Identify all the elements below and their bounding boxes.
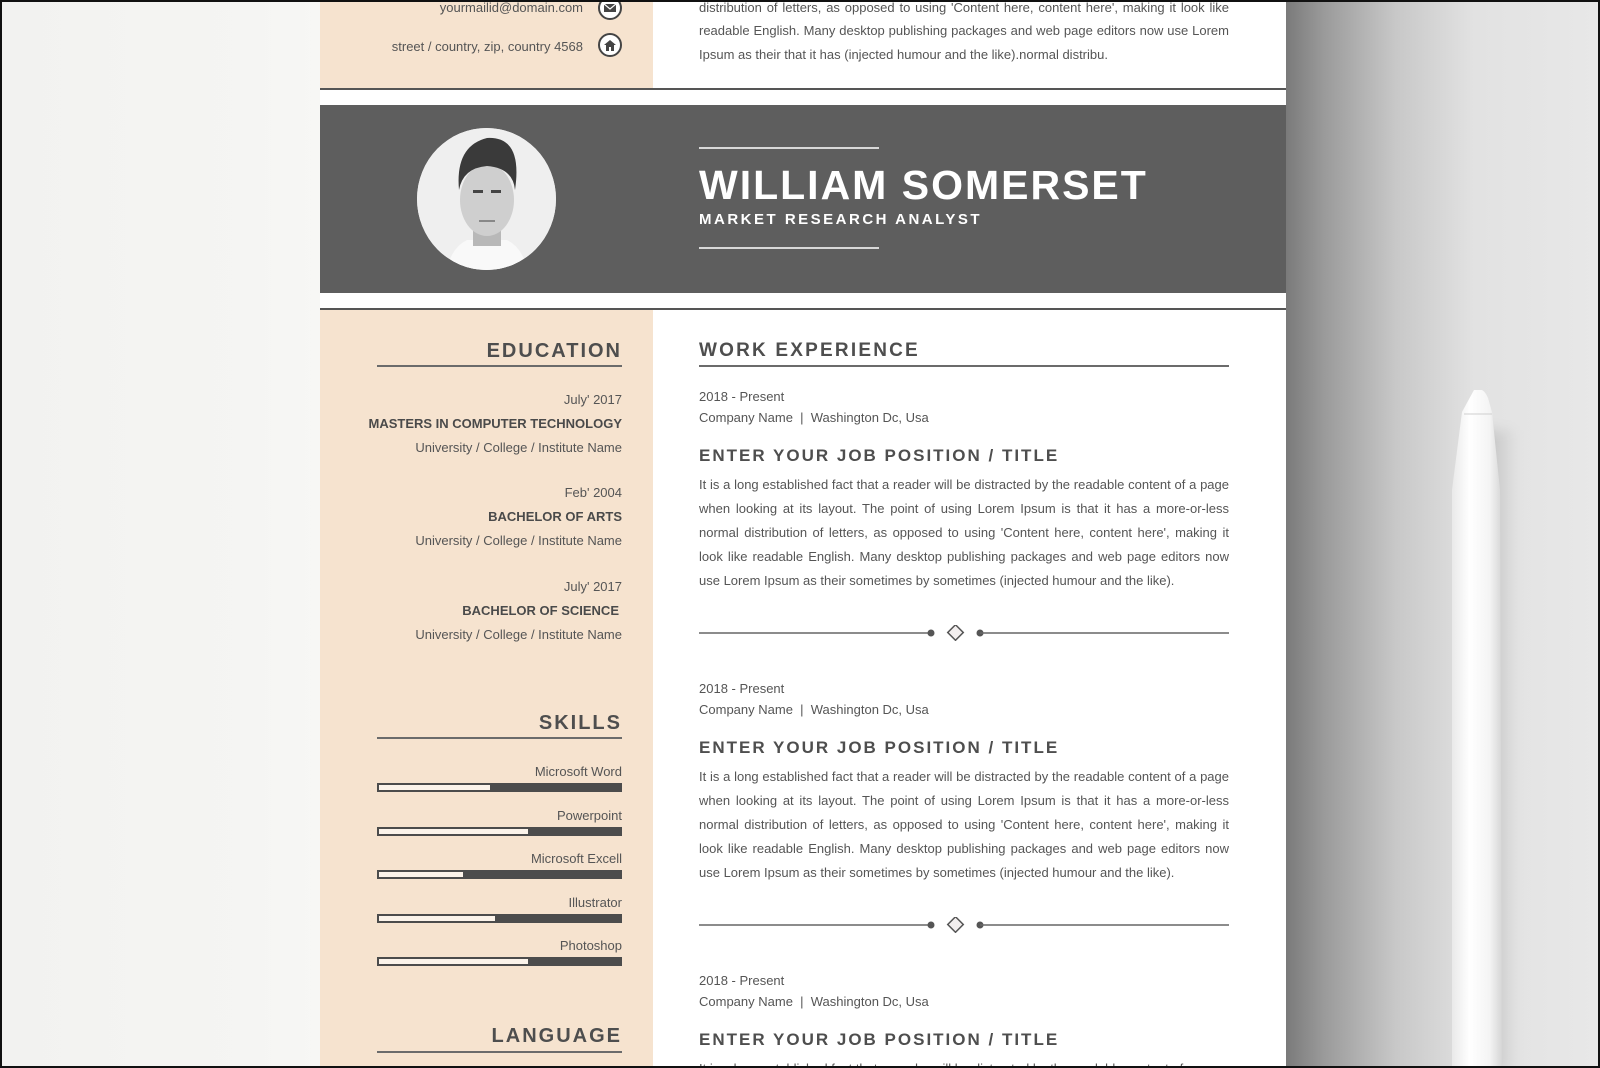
section-rule	[320, 88, 1286, 90]
work-period: 2018 - Present	[699, 681, 785, 696]
profile-photo	[417, 128, 556, 270]
work-company: Company Name | Washington Dc, Usa	[699, 410, 929, 425]
education-degree: BACHELOR OF ARTS	[488, 509, 622, 524]
language-heading: LANGUAGE	[491, 1025, 622, 1047]
education-date: July' 2017	[563, 579, 622, 594]
candidate-name: WILLIAM SOMERSET	[699, 162, 1148, 208]
skills-rule	[377, 737, 622, 739]
skill-level-fill	[379, 828, 529, 834]
skill-label: Microsoft Excell	[530, 851, 622, 866]
skill-level-bar	[377, 957, 622, 966]
education-degree: MASTERS IN COMPUTER TECHNOLOGY	[368, 416, 622, 431]
skill-label: Microsoft Word	[534, 764, 622, 779]
work-experience-rule	[699, 365, 1229, 367]
banner-line-top	[699, 147, 879, 149]
work-company: Company Name | Washington Dc, Usa	[699, 702, 929, 717]
education-date: July' 2017	[563, 392, 622, 407]
education-heading: EDUCATION	[486, 340, 622, 362]
language-rule	[377, 1051, 622, 1053]
skill-level-fill	[379, 915, 495, 921]
skills-heading: SKILLS	[538, 712, 622, 734]
education-school: University / College / Institute Name	[415, 627, 622, 642]
skill-level-bar	[377, 826, 622, 836]
education-school: University / College / Institute Name	[415, 533, 622, 548]
contact-email[interactable]: yourmailid@domain.com	[440, 0, 583, 15]
skill-level-bar	[377, 870, 622, 879]
education-school: University / College / Institute Name	[415, 440, 622, 455]
stylus-pen-icon	[1452, 390, 1502, 1068]
skill-label: Illustrator	[568, 894, 622, 910]
work-title: ENTER YOUR JOB POSITION / TITLE	[699, 1030, 1060, 1049]
previous-page-paragraph: distribution of letters, as opposed to u…	[699, 0, 1229, 62]
skill-level-fill	[379, 959, 529, 964]
banner-line-bottom	[699, 247, 879, 249]
skill-level-bar	[377, 783, 622, 792]
work-description: It is a long established fact that a rea…	[699, 1057, 1229, 1068]
desk-background-left	[0, 0, 320, 1068]
ornament-divider	[699, 917, 1229, 933]
contact-address: street / country, zip, country 4568	[391, 39, 583, 54]
skill-level-bar	[377, 913, 622, 923]
work-period: 2018 - Present	[699, 973, 785, 988]
skill-label: Powerpoint	[556, 807, 622, 823]
education-rule	[377, 365, 622, 367]
education-date: Feb' 2004	[564, 485, 622, 500]
work-description: It is a long established fact that a rea…	[699, 477, 1229, 588]
desk-background-right	[1286, 0, 1600, 1068]
work-title: ENTER YOUR JOB POSITION / TITLE	[699, 446, 1060, 465]
work-period: 2018 - Present	[699, 389, 785, 404]
work-description: It is a long established fact that a rea…	[699, 769, 1229, 880]
education-degree: BACHELOR OF SCIENCE	[462, 603, 619, 618]
work-experience-heading: WORK EXPERIENCE	[699, 340, 920, 361]
candidate-role: MARKET RESEARCH ANALYST	[699, 211, 983, 228]
skill-level-fill	[379, 872, 464, 877]
home-icon	[598, 33, 622, 57]
section-rule	[320, 308, 1286, 310]
work-title: ENTER YOUR JOB POSITION / TITLE	[699, 738, 1060, 757]
work-company: Company Name | Washington Dc, Usa	[699, 994, 929, 1009]
skill-label: Photoshop	[559, 938, 622, 953]
ornament-divider	[699, 625, 1229, 641]
skill-level-fill	[379, 785, 490, 790]
